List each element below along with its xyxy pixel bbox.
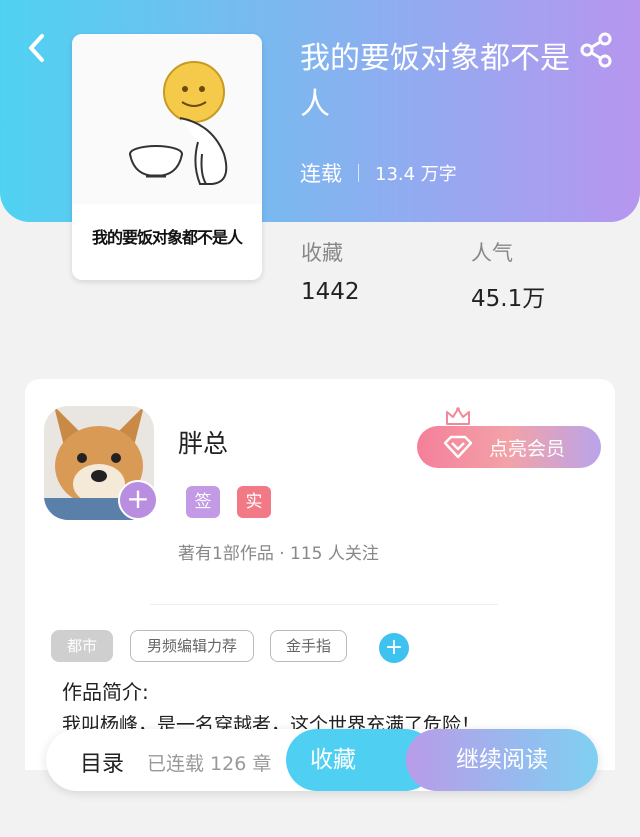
- collect-stat-label: 收藏: [301, 241, 343, 265]
- cover-caption: 我的要饭对象都不是人: [91, 228, 243, 247]
- vip-button-label: 点亮会员: [489, 437, 566, 460]
- book-meta: 连载 13.4 万字: [300, 158, 457, 188]
- meta-separator: [358, 164, 359, 182]
- vip-button[interactable]: 点亮会员: [417, 426, 601, 468]
- follow-author-button[interactable]: +: [118, 480, 158, 520]
- book-title: 我的要饭对象都不是人: [300, 41, 570, 122]
- signed-badge: 签: [186, 486, 220, 518]
- share-icon: [580, 32, 612, 68]
- diamond-icon: [443, 435, 473, 459]
- popularity-stat: 人气 45.1万: [471, 237, 545, 313]
- author-name[interactable]: 胖总: [178, 424, 228, 460]
- popularity-stat-value: 45.1万: [471, 286, 546, 312]
- intro-text: 我叫杨峰，是一名穿越者，这个世界充满了危险！: [62, 714, 481, 730]
- toc-button[interactable]: 目录: [80, 746, 124, 778]
- share-button[interactable]: [578, 30, 618, 70]
- collect-stat-value: 1442: [301, 279, 360, 305]
- back-button[interactable]: [18, 28, 58, 68]
- chevron-left-icon: [29, 34, 44, 62]
- popularity-stat-label: 人气: [471, 241, 513, 265]
- author-description: 著有1部作品 · 115 人关注: [178, 544, 379, 564]
- book-cover[interactable]: 我的要饭对象都不是人: [72, 34, 262, 280]
- collect-stat: 收藏 1442: [301, 237, 360, 305]
- crown-icon: [446, 407, 470, 425]
- continue-reading-button[interactable]: 继续阅读: [406, 729, 598, 791]
- verified-badge: 实: [237, 486, 271, 518]
- tag-golden-finger[interactable]: 金手指: [270, 630, 347, 662]
- word-count: 13.4 万字: [375, 164, 457, 185]
- chapter-count[interactable]: 已连载 126 章: [147, 749, 271, 776]
- section-divider: [150, 604, 498, 605]
- tag-editor-pick[interactable]: 男频编辑力荐: [130, 630, 254, 662]
- intro-title: 作品简介:: [62, 680, 149, 704]
- tag-urban[interactable]: 都市: [51, 630, 113, 662]
- serial-status: 连载: [300, 162, 342, 186]
- add-tag-button[interactable]: +: [379, 633, 409, 663]
